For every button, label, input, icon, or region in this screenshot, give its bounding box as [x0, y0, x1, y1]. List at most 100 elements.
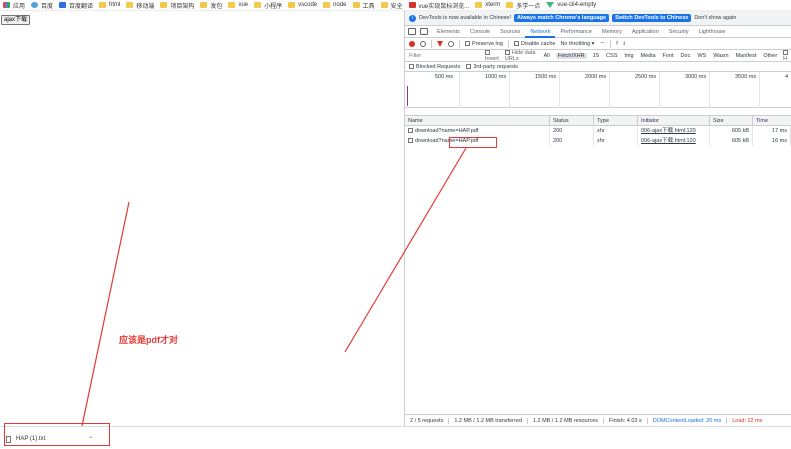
column-size[interactable]: Size: [710, 115, 753, 126]
filter-type-css[interactable]: CSS: [605, 53, 618, 59]
search-icon[interactable]: [448, 40, 454, 47]
ajax-download-button[interactable]: ajax下载: [1, 15, 31, 25]
annotation-box-download: [4, 423, 110, 446]
timeline-gridline: [659, 72, 660, 108]
filter-icon[interactable]: [437, 40, 443, 47]
invert-checkbox[interactable]: Invert: [485, 49, 500, 62]
column-status[interactable]: Status: [550, 115, 594, 126]
filter-input[interactable]: [409, 51, 480, 60]
device-toolbar-icon[interactable]: [420, 28, 428, 35]
bookmark-item[interactable]: 移动端: [123, 0, 157, 11]
disable-cache-checkbox[interactable]: Disable cache: [513, 41, 555, 47]
bookmark-item[interactable]: html: [96, 0, 123, 11]
blocked-requests-checkbox[interactable]: Blocked Requests: [409, 64, 460, 70]
bookmark-item[interactable]: xterm: [472, 0, 503, 11]
filter-type-wasm[interactable]: Wasm: [712, 53, 729, 59]
status-transferred: 1.2 MB / 1.2 MB transferred: [449, 417, 528, 424]
filter-type-manifest[interactable]: Manifest: [735, 53, 758, 59]
column-type[interactable]: Type: [594, 115, 638, 126]
tab-console[interactable]: Console: [465, 26, 495, 38]
tab-memory[interactable]: Memory: [597, 26, 627, 38]
filter-type-all[interactable]: All: [543, 53, 551, 59]
column-name[interactable]: Name: [405, 115, 550, 126]
bookmark-item[interactable]: 多学一点: [503, 0, 543, 11]
filter-type-ws[interactable]: WS: [696, 53, 707, 59]
bookmark-item[interactable]: 安全: [378, 0, 406, 11]
tab-lighthouse[interactable]: Lighthouse: [694, 26, 731, 38]
timeline-gridline: [559, 72, 560, 108]
annotation-box-request: [449, 137, 497, 148]
filter-type-other[interactable]: Other: [762, 53, 778, 59]
infobar-text: DevTools is now available in Chinese!: [419, 15, 512, 21]
preserve-log-checkbox[interactable]: Preserve log: [465, 41, 503, 47]
folder-icon: [288, 2, 296, 8]
timeline-gridline: [759, 72, 760, 108]
toolbar-divider: [431, 39, 432, 48]
folder-icon: [254, 2, 262, 8]
dont-show-again-button[interactable]: Don't show again: [694, 15, 736, 21]
devtools-tabs: Elements Console Sources Network Performance…: [405, 26, 791, 38]
clear-icon[interactable]: [420, 40, 426, 47]
record-icon[interactable]: [409, 40, 415, 47]
switch-to-chinese-button[interactable]: Switch DevTools to Chinese: [612, 14, 692, 22]
tab-performance[interactable]: Performance: [555, 26, 597, 38]
bookmark-item[interactable]: 百度: [28, 0, 56, 11]
bookmark-item[interactable]: 工具: [350, 0, 378, 11]
folder-icon: [99, 2, 107, 8]
network-overview-timeline[interactable]: 500 ms 1000 ms 1500 ms 2000 ms 2500 ms 3000 m…: [405, 72, 791, 108]
export-har-icon[interactable]: ⭳: [623, 39, 625, 49]
hide-data-urls-checkbox[interactable]: Hide data URLs: [504, 50, 538, 62]
bookmark-item[interactable]: 百度翻译: [56, 0, 96, 11]
site-icon: [408, 2, 416, 8]
devtools-infobar: i DevTools is now available in Chinese! …: [405, 11, 791, 26]
filter-type-media[interactable]: Media: [640, 53, 657, 59]
network-conditions-icon[interactable]: ⌔: [599, 40, 605, 48]
bookmark-item[interactable]: vscode: [285, 0, 320, 11]
filter-type-doc[interactable]: Doc: [680, 53, 692, 59]
bookmark-item[interactable]: vue实现鼠标浏览...: [406, 0, 473, 11]
bookmark-item[interactable]: vue: [225, 0, 251, 11]
tab-elements[interactable]: Elements: [432, 26, 465, 38]
devtools-panel: i DevTools is now available in Chinese! …: [404, 11, 791, 426]
always-match-language-button[interactable]: Always match Chrome's language: [514, 14, 610, 22]
bookmark-item[interactable]: vue-cli4-empty: [543, 0, 599, 11]
filter-type-font[interactable]: Font: [662, 53, 675, 59]
throttling-select[interactable]: No throttling ▾: [560, 41, 594, 47]
filter-type-img[interactable]: Img: [623, 53, 634, 59]
folder-icon: [126, 2, 134, 8]
tab-security[interactable]: Security: [664, 26, 694, 38]
translate-icon: [59, 2, 67, 8]
bookmarks-bar: 应用 百度 百度翻译 html 移动端 项目架构 发包 vue 小程序 vscode node 工具 安…: [0, 0, 791, 11]
tab-sources[interactable]: Sources: [495, 26, 525, 38]
bookmark-label: vue-cli4-empty: [557, 2, 597, 8]
bookmark-label: xterm: [485, 2, 501, 8]
bookmark-item[interactable]: 应用: [0, 0, 28, 11]
network-status-bar: 2 / 5 requests 1.2 MB / 1.2 MB transferr…: [405, 414, 791, 426]
filter-type-js[interactable]: JS: [592, 53, 600, 59]
table-row[interactable]: download?name=HAP.pdf 200 xhr 006-ajax下载.ht…: [405, 126, 791, 136]
tab-network[interactable]: Network: [525, 26, 556, 38]
request-name[interactable]: download?name=HAP.pdf: [405, 126, 550, 136]
bookmark-item[interactable]: node: [320, 0, 349, 11]
import-har-icon[interactable]: ⭱: [616, 39, 618, 49]
column-time[interactable]: Time: [753, 116, 791, 126]
bookmark-item[interactable]: 发包: [197, 0, 225, 11]
status-domcontentloaded: DOMContentLoaded: 20 ms: [648, 417, 728, 424]
inspect-element-icon[interactable]: [408, 28, 416, 35]
bookmark-label: 项目架构: [170, 3, 195, 10]
column-initiator[interactable]: Initiator: [638, 115, 710, 126]
bookmark-label: 应用: [13, 3, 26, 10]
network-filter-bar: Invert Hide data URLs All Fetch/XHR JS CSS I…: [405, 50, 791, 62]
filter-type-fetchxhr[interactable]: Fetch/XHR: [555, 52, 587, 59]
bookmark-item[interactable]: 项目架构: [157, 0, 197, 11]
bookmark-label: 工具: [362, 3, 375, 10]
screen: 应用 百度 百度翻译 html 移动端 项目架构 发包 vue 小程序 vscode node 工具 安…: [0, 0, 791, 449]
has-blocked-cookies-checkbox[interactable]: H: [783, 49, 791, 62]
request-initiator[interactable]: 006-ajax下载.html:120: [638, 126, 710, 136]
third-party-checkbox[interactable]: 3rd-party requests: [466, 64, 518, 70]
requests-table-header: Name Status Type Initiator Size Time: [405, 115, 791, 126]
timeline-gridline: [609, 72, 610, 108]
request-initiator[interactable]: 006-ajax下载.html:120: [638, 136, 710, 146]
bookmark-item[interactable]: 小程序: [251, 0, 285, 11]
tab-application[interactable]: Application: [627, 26, 664, 38]
